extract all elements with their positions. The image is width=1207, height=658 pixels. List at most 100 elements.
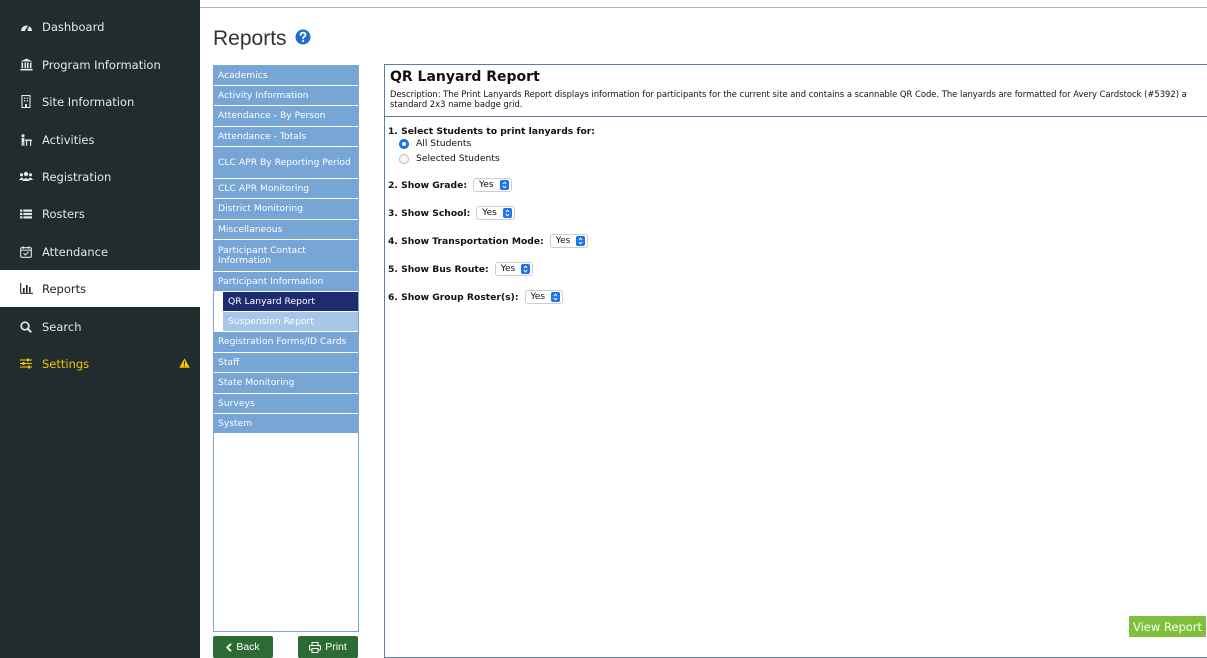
print-button[interactable]: Print [298, 636, 358, 658]
bar-chart-icon [19, 282, 33, 296]
nav-item-dashboard[interactable]: Dashboard [0, 8, 200, 45]
view-report-button[interactable]: View Report [1129, 616, 1206, 637]
nav-item-label: Attendance [42, 244, 109, 259]
warning-icon [179, 357, 190, 371]
back-button-label: Back [236, 641, 260, 653]
report-list-item-label: Miscellaneous [218, 223, 283, 235]
select-chevron-icon [499, 180, 509, 190]
nav-item-label: Site Information [42, 94, 135, 109]
show-transportation-mode-label: 4. Show Transportation Mode: [388, 235, 544, 247]
report-list-item[interactable]: Attendance - Totals [214, 127, 358, 147]
select-value: Yes [500, 264, 516, 274]
report-panel: QR Lanyard Report Description: The Print… [384, 64, 1207, 658]
bank-building-icon [19, 58, 33, 72]
nav-item-rosters[interactable]: Rosters [0, 195, 200, 232]
report-list-item-label: Attendance - By Person [218, 110, 326, 121]
print-button-label: Print [325, 641, 347, 653]
show-group-rosters-select[interactable]: Yes [524, 290, 564, 304]
report-list-item-label: Participant Information [218, 275, 324, 287]
show-group-rosters-label: 6. Show Group Roster(s): [388, 291, 519, 303]
report-list-item[interactable]: District Monitoring [214, 199, 358, 220]
radio-unselected-indicator[interactable] [399, 153, 409, 164]
show-grade-select[interactable]: Yes [473, 178, 512, 192]
show-bus-route-select[interactable]: Yes [494, 262, 534, 276]
report-list-item-label: CLC APR By Reporting Period [218, 156, 351, 168]
report-list-item[interactable]: Miscellaneous [214, 220, 358, 240]
nav-item-label: Rosters [42, 206, 85, 221]
radio-all-students[interactable]: All Students [399, 138, 471, 149]
report-list-subitem-selected[interactable]: QR Lanyard Report [223, 292, 358, 312]
users-group-icon [19, 170, 33, 184]
show-transportation-mode-select[interactable]: Yes [549, 234, 589, 248]
report-list-item[interactable]: Academics [214, 66, 358, 86]
report-list-item-label: QR Lanyard Report [228, 295, 315, 307]
report-list-item[interactable]: CLC APR Monitoring [214, 179, 358, 199]
report-list-item[interactable]: Participant Contact Information [214, 240, 358, 272]
sliders-icon [19, 357, 33, 371]
nav-item-label: Reports [42, 281, 87, 296]
show-group-rosters-question: 6. Show Group Roster(s): Yes [388, 290, 564, 304]
show-grade-label: 2. Show Grade: [388, 179, 467, 191]
show-bus-route-question: 5. Show Bus Route: Yes [388, 262, 534, 276]
view-report-label: View Report [1132, 619, 1203, 634]
printer-icon [309, 641, 322, 653]
select-value: Yes [479, 180, 494, 190]
calendar-check-icon [19, 245, 33, 259]
nav-item-program-information[interactable]: Program Information [0, 46, 200, 83]
select-value: Yes [530, 292, 546, 302]
report-list-item[interactable]: Surveys [214, 394, 358, 414]
select-chevron-icon [521, 264, 531, 274]
nav-item-reports[interactable]: Reports [0, 270, 200, 307]
nav-item-label: Dashboard [42, 19, 105, 34]
nav-item-label: Search [42, 319, 82, 334]
report-list-item[interactable]: Registration Forms/ID Cards [214, 332, 358, 353]
select-students-question: 1. Select Students to print lanyards for… [388, 126, 595, 137]
select-chevron-icon [576, 236, 586, 246]
nav-item-registration[interactable]: Registration [0, 158, 200, 195]
back-button[interactable]: Back [213, 636, 273, 658]
help-circle-icon[interactable] [295, 27, 311, 51]
show-school-label: 3. Show School: [388, 207, 471, 219]
show-grade-question: 2. Show Grade: Yes [388, 178, 512, 192]
report-list-subitem[interactable]: Suspension Report [223, 312, 358, 332]
report-list-item[interactable]: Attendance - By Person [214, 106, 358, 127]
select-value: Yes [555, 236, 571, 246]
report-list-item[interactable]: Activity Information [214, 86, 358, 106]
show-school-question: 3. Show School: Yes [388, 206, 515, 220]
show-school-select[interactable]: Yes [476, 206, 515, 220]
nav-item-label: Registration [42, 169, 112, 184]
report-list-item-label: District Monitoring [218, 203, 304, 214]
nav-item-site-information[interactable]: Site Information [0, 83, 200, 120]
radio-label: All Students [416, 138, 472, 149]
report-list-item-label: Staff [218, 356, 240, 368]
dashboard-gauge-icon [19, 20, 33, 34]
report-list-item-label: Attendance - Totals [218, 130, 307, 142]
select-chevron-icon [551, 292, 561, 302]
nav-item-activities[interactable]: Activities [0, 121, 200, 158]
report-list-item-label: Surveys [218, 397, 255, 409]
building-icon [19, 95, 33, 109]
app-root: Dashboard Program Information Site Infor… [0, 0, 1207, 658]
report-list-item[interactable]: Participant Information [214, 272, 358, 292]
report-list-item[interactable]: CLC APR By Reporting Period [214, 147, 358, 179]
report-list-item-label: Activity Information [218, 89, 309, 101]
report-list-item[interactable]: State Monitoring [214, 373, 358, 394]
report-list-item-label: Participant Contact Information [218, 244, 306, 266]
report-list: Academics Activity Information Attendanc… [213, 65, 359, 632]
report-list-item-label: CLC APR Monitoring [218, 182, 310, 194]
chevron-left-icon [226, 642, 232, 652]
report-title: QR Lanyard Report [390, 69, 540, 85]
radio-selected-students[interactable]: Selected Students [399, 153, 500, 164]
nav-item-settings[interactable]: Settings [0, 345, 200, 382]
show-bus-route-label: 5. Show Bus Route: [388, 263, 489, 275]
nav-item-label: Program Information [42, 57, 161, 72]
select-students-label: 1. Select Students to print lanyards for… [388, 126, 595, 137]
select-value: Yes [482, 208, 497, 218]
nav-item-attendance[interactable]: Attendance [0, 233, 200, 270]
report-list-item-label: Academics [218, 69, 268, 81]
page-title-text: Reports [213, 27, 287, 50]
report-list-item[interactable]: Staff [214, 353, 358, 373]
report-list-item[interactable]: System [214, 414, 358, 434]
radio-selected-indicator[interactable] [399, 138, 409, 149]
nav-item-search[interactable]: Search [0, 308, 200, 345]
